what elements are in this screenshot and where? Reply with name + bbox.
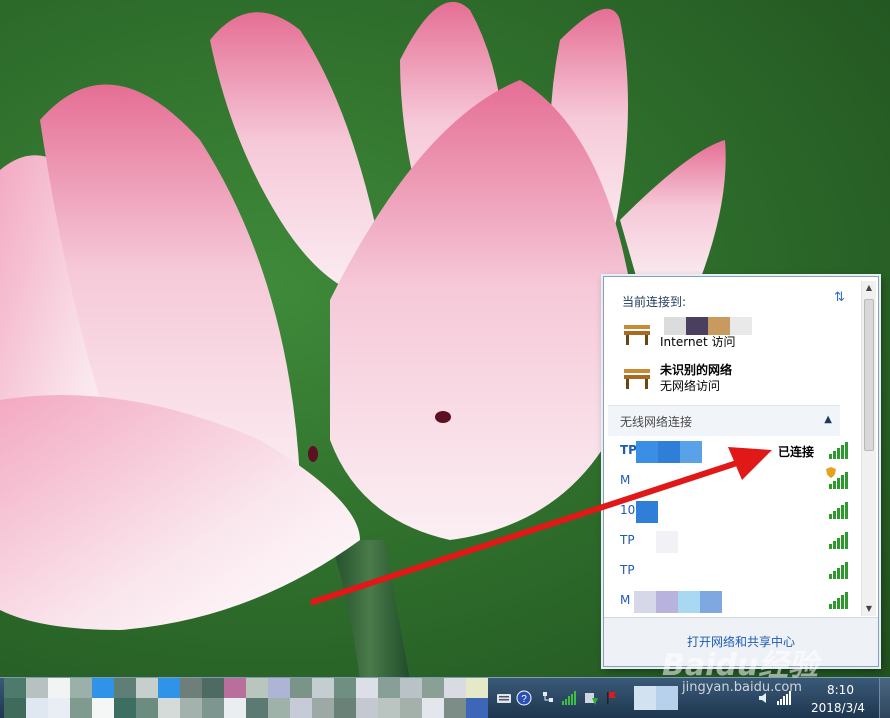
svg-text:?: ? bbox=[521, 694, 527, 705]
signal-strength-icon bbox=[829, 502, 848, 519]
wifi-ssid: 10 bbox=[620, 503, 636, 517]
signal-strength-icon bbox=[829, 442, 848, 459]
taskbar-pinned-apps[interactable] bbox=[4, 678, 490, 718]
wifi-ssid: TP bbox=[620, 563, 635, 577]
wireless-section-header[interactable]: 无线网络连接 ▲ bbox=[608, 405, 840, 436]
baidu-watermark-url: jingyan.baidu.com bbox=[682, 680, 802, 695]
safety-icon[interactable] bbox=[583, 690, 599, 706]
network-list: 当前连接到: ⇅ Internet 访问 未识别的网络 无网络访问 无线网络连接… bbox=[604, 277, 860, 666]
signal-strength-icon bbox=[829, 592, 848, 609]
wifi-ssid: M bbox=[620, 473, 631, 487]
blurred-ssid bbox=[634, 591, 722, 613]
network-bench-icon bbox=[624, 325, 650, 345]
connected-status: 已连接 bbox=[778, 445, 815, 459]
network-popup: 当前连接到: ⇅ Internet 访问 未识别的网络 无网络访问 无线网络连接… bbox=[603, 276, 879, 667]
wifi-ssid: M bbox=[620, 593, 631, 607]
scroll-up-arrow-icon[interactable]: ▲ bbox=[862, 281, 876, 295]
flag-icon[interactable] bbox=[604, 690, 620, 706]
clock-time[interactable]: 8:10 bbox=[827, 683, 854, 697]
network-adapter-icon[interactable] bbox=[540, 690, 556, 706]
keyboard-icon[interactable] bbox=[496, 690, 512, 706]
network-list-scrollbar[interactable]: ▲ ▼ bbox=[861, 281, 876, 616]
wifi-ssid: TP bbox=[620, 533, 635, 547]
refresh-icon[interactable]: ⇅ bbox=[834, 290, 850, 306]
baidu-watermark-logo: Baidu经验 bbox=[662, 648, 819, 683]
wifi-network-item[interactable]: M bbox=[620, 589, 850, 613]
signal-strength-icon bbox=[829, 532, 848, 549]
show-desktop-button[interactable] bbox=[879, 678, 890, 718]
signal-strength-icon bbox=[829, 562, 848, 579]
wifi-network-item[interactable]: TP 已连接 bbox=[620, 439, 850, 463]
blurred-ssid bbox=[636, 501, 658, 523]
wifi-network-item[interactable]: M bbox=[620, 467, 850, 493]
chevron-up-icon[interactable]: ▲ bbox=[824, 414, 832, 425]
connection-status: 无网络访问 bbox=[660, 379, 721, 393]
blurred-ssid bbox=[656, 531, 678, 553]
wifi-network-item[interactable]: 10 bbox=[620, 499, 850, 523]
connection-item-internet[interactable]: Internet 访问 bbox=[622, 317, 842, 353]
scrollbar-thumb[interactable] bbox=[864, 299, 874, 451]
wifi-ssid: TP bbox=[620, 443, 637, 457]
network-bench-icon bbox=[624, 369, 650, 389]
wireless-section-title: 无线网络连接 bbox=[620, 415, 693, 429]
signal-strength-icon bbox=[829, 472, 848, 489]
clock-date[interactable]: 2018/3/4 bbox=[811, 701, 865, 715]
signal-icon[interactable] bbox=[561, 690, 577, 706]
help-icon[interactable]: ? bbox=[516, 690, 532, 706]
scroll-down-arrow-icon[interactable]: ▼ bbox=[862, 602, 876, 616]
tray-blurred-icons bbox=[634, 686, 678, 710]
wifi-network-item[interactable]: TP bbox=[620, 529, 850, 553]
blurred-ssid bbox=[636, 441, 702, 463]
connection-status: Internet 访问 bbox=[660, 335, 736, 349]
connection-name: 未识别的网络 bbox=[660, 363, 733, 377]
wifi-network-item[interactable]: TP bbox=[620, 559, 850, 583]
connection-item-unidentified[interactable]: 未识别的网络 无网络访问 bbox=[622, 361, 842, 397]
current-connection-header: 当前连接到: bbox=[622, 295, 687, 309]
